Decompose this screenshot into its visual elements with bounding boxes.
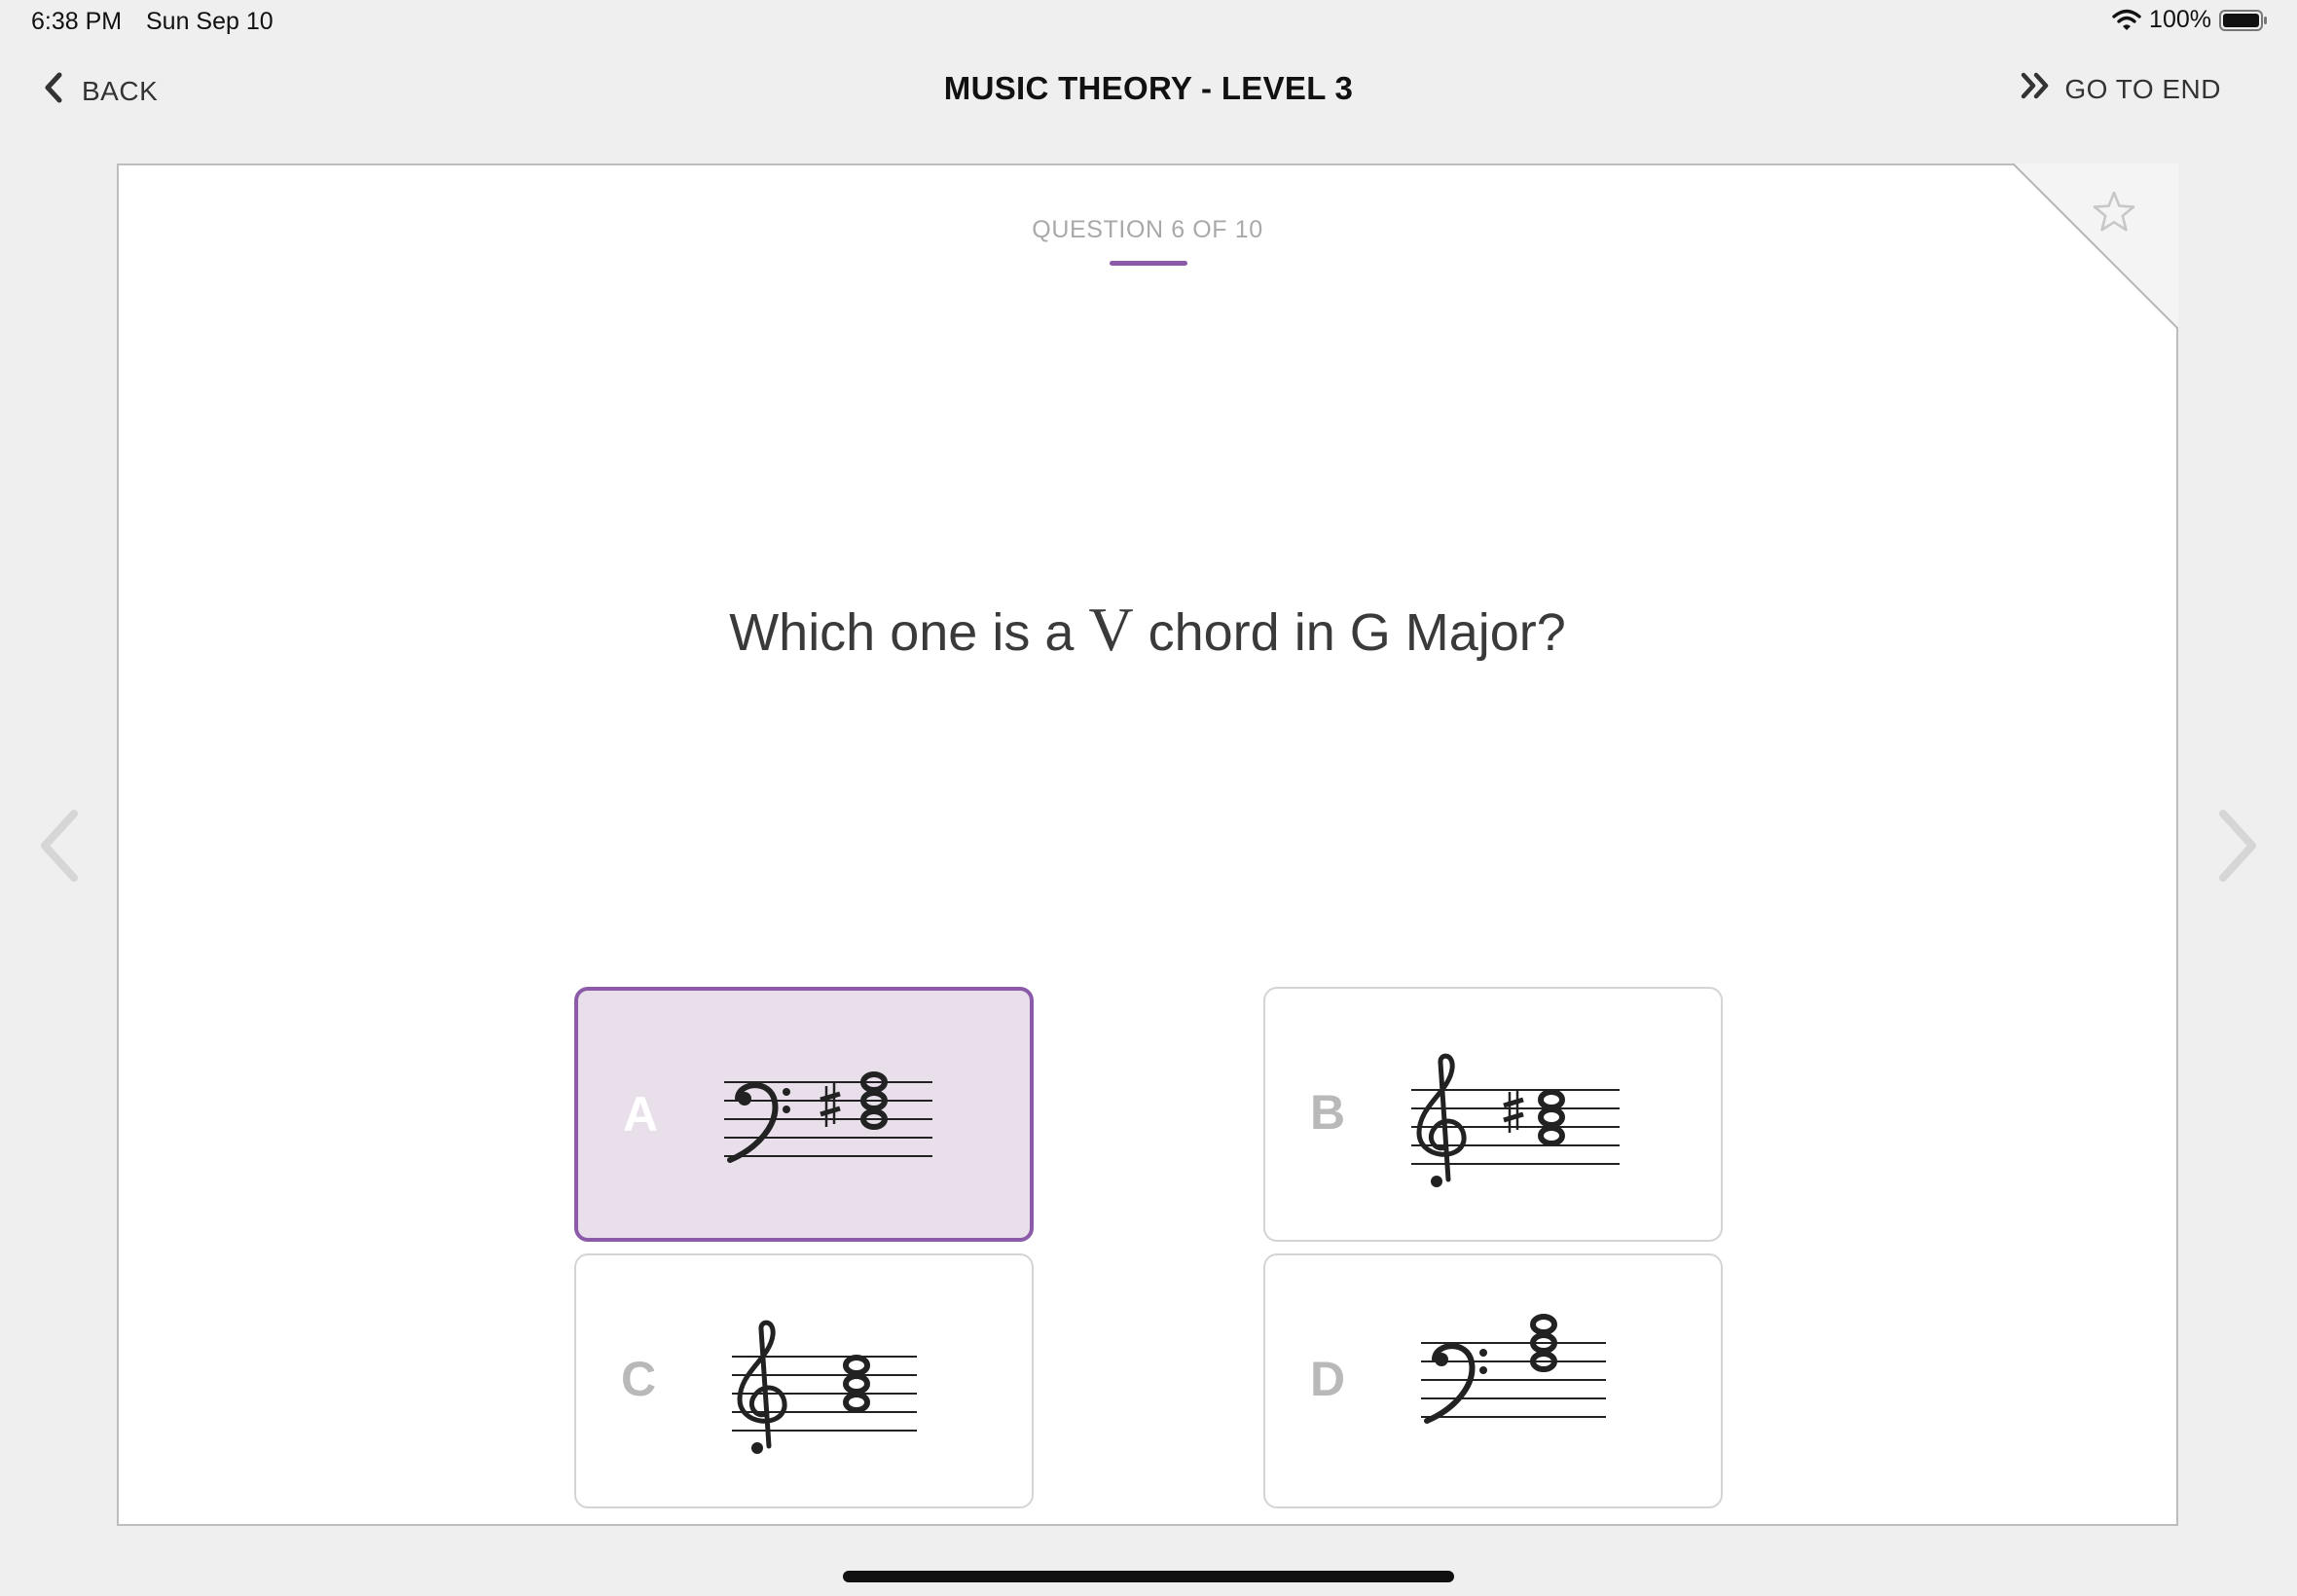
double-chevron-right-icon bbox=[2020, 72, 2053, 106]
question-card: QUESTION 6 OF 10 Which one is a V chord … bbox=[117, 163, 2178, 1526]
answer-option-c[interactable]: C bbox=[574, 1253, 1034, 1508]
top-bar: BACK MUSIC THEORY - LEVEL 3 GO TO END bbox=[0, 58, 2297, 119]
go-to-end-button[interactable]: GO TO END bbox=[2020, 72, 2221, 106]
answer-option-b[interactable]: B bbox=[1263, 987, 1723, 1242]
go-to-end-label: GO TO END bbox=[2064, 73, 2221, 104]
home-indicator bbox=[843, 1571, 1454, 1582]
music-staff-bass-chord bbox=[1421, 1314, 1606, 1424]
status-bar: 6:38 PM Sun Sep 10 100% bbox=[0, 0, 2297, 47]
question-text: Which one is a V chord in G Major? bbox=[119, 594, 2176, 666]
music-staff-bass-sharp-chord bbox=[724, 1071, 932, 1163]
option-letter: A bbox=[623, 1087, 659, 1142]
status-indicators: 100% bbox=[2112, 6, 2268, 34]
status-time: 6:38 PM bbox=[31, 8, 123, 35]
music-staff-treble-sharp-chord bbox=[1411, 1053, 1620, 1187]
page-title: MUSIC THEORY - LEVEL 3 bbox=[943, 70, 1354, 106]
bass-clef-icon bbox=[727, 1082, 790, 1163]
sharp-icon bbox=[820, 1083, 841, 1127]
chord-notes-icon bbox=[1538, 1089, 1565, 1146]
question-text-after: chord in G Major? bbox=[1148, 603, 1566, 662]
counter-underline bbox=[1110, 261, 1187, 266]
status-date: Sun Sep 10 bbox=[146, 8, 273, 35]
music-staff-treble-chord bbox=[732, 1320, 917, 1454]
roman-numeral: V bbox=[1088, 595, 1134, 664]
treble-clef-icon bbox=[737, 1320, 787, 1454]
answer-option-d[interactable]: D bbox=[1263, 1253, 1723, 1508]
answer-option-a[interactable]: A bbox=[574, 987, 1034, 1242]
option-letter: B bbox=[1310, 1085, 1346, 1140]
battery-icon bbox=[2219, 9, 2268, 32]
option-letter: C bbox=[621, 1352, 657, 1406]
bass-clef-icon bbox=[1424, 1343, 1487, 1424]
question-text-before: Which one is a bbox=[729, 603, 1075, 662]
chord-notes-icon bbox=[843, 1355, 870, 1413]
previous-question-arrow[interactable] bbox=[37, 808, 82, 889]
next-question-arrow[interactable] bbox=[2215, 808, 2260, 889]
question-counter: QUESTION 6 OF 10 bbox=[1032, 216, 1263, 243]
wifi-icon bbox=[2112, 9, 2141, 32]
treble-clef-icon bbox=[1416, 1053, 1467, 1187]
option-letter: D bbox=[1310, 1352, 1346, 1406]
battery-percent: 100% bbox=[2149, 6, 2211, 33]
